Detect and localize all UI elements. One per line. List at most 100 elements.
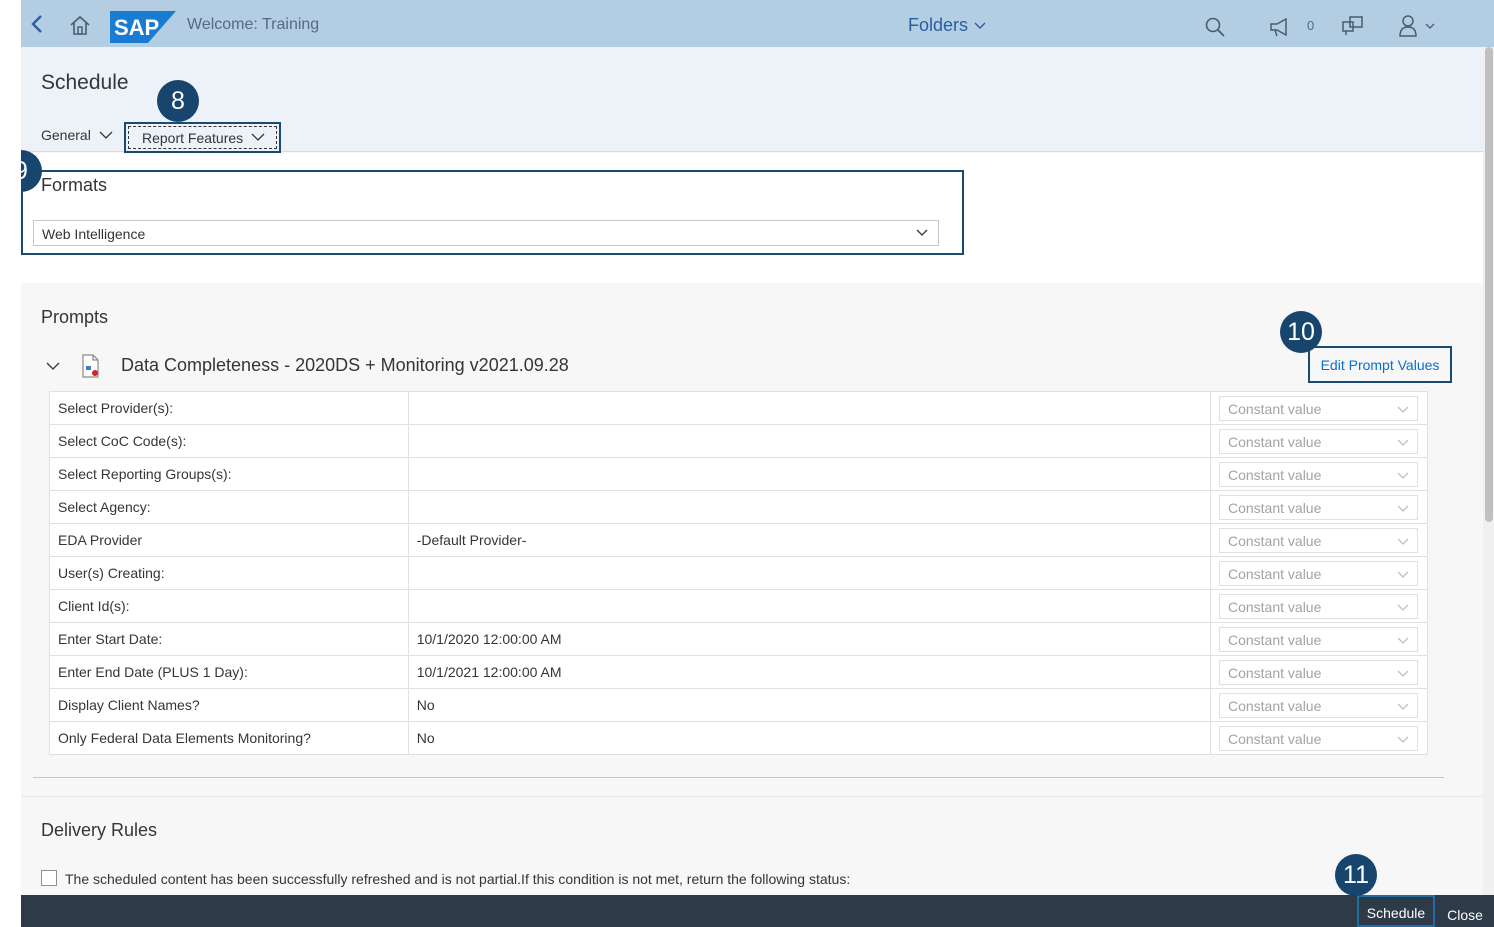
close-button[interactable]: Close [1439, 895, 1491, 927]
object-header: Schedule General Report Features [21, 47, 1483, 153]
prompt-type-select[interactable]: Constant value [1218, 528, 1418, 553]
prompt-type-select[interactable]: Constant value [1218, 561, 1418, 586]
chevron-down-icon [1397, 538, 1409, 545]
prompt-type-label: Constant value [1227, 599, 1322, 615]
tab-report-features-label: Report Features [142, 129, 244, 146]
prompt-name: Enter Start Date: [49, 622, 409, 656]
table-row: Select Agency: Constant value [49, 490, 1429, 524]
schedule-button[interactable]: Schedule [1357, 895, 1435, 927]
prompt-type-cell: Constant value [1209, 688, 1429, 722]
tab-report-features[interactable]: Report Features [124, 122, 282, 153]
prompt-type-select[interactable]: Constant value [1218, 495, 1418, 520]
prompt-name: Display Client Names? [49, 688, 409, 722]
prompt-type-select[interactable]: Constant value [1218, 462, 1418, 487]
tab-general[interactable]: General [41, 127, 113, 143]
megaphone-icon[interactable] [1268, 16, 1292, 38]
table-row: Enter End Date (PLUS 1 Day): 10/1/2021 12… [49, 655, 1429, 689]
prompt-type-select[interactable]: Constant value [1218, 429, 1418, 454]
table-row: Select Provider(s): Constant value [49, 391, 1429, 425]
scrollbar-thumb[interactable] [1485, 47, 1493, 522]
folders-menu[interactable]: Folders [908, 15, 986, 36]
user-icon [1399, 15, 1435, 37]
prompt-type-select[interactable]: Constant value [1218, 660, 1418, 685]
prompt-type-label: Constant value [1227, 698, 1322, 714]
chevron-down-icon [99, 131, 113, 139]
prompt-type-label: Constant value [1227, 401, 1322, 417]
callout-badge-10: 10 [1280, 311, 1322, 353]
prompt-type-cell: Constant value [1209, 457, 1429, 491]
sap-logo: SAP [110, 11, 176, 43]
prompt-type-cell: Constant value [1209, 391, 1429, 425]
table-row: User(s) Creating: Constant value [49, 556, 1429, 590]
table-row: Select Reporting Groups(s): Constant valu… [49, 457, 1429, 491]
prompt-type-select[interactable]: Constant value [1218, 396, 1418, 421]
prompt-value [407, 589, 1211, 623]
webi-document-icon [82, 354, 99, 378]
notification-count: 0 [1307, 18, 1315, 33]
footer-toolbar: Schedule Close [21, 895, 1494, 927]
home-icon[interactable] [69, 14, 91, 36]
prompt-name: EDA Provider [49, 523, 409, 557]
chevron-down-icon [1397, 637, 1409, 644]
prompt-value [407, 391, 1211, 425]
delivery-rules-label: Delivery Rules [41, 820, 158, 840]
user-menu[interactable] [1398, 14, 1438, 38]
prompt-name: Select Reporting Groups(s): [49, 457, 409, 491]
sap-logo-text: SAP [114, 15, 159, 40]
prompt-type-cell: Constant value [1209, 523, 1429, 557]
refresh-condition-checkbox[interactable] [41, 870, 57, 886]
prompt-value: 10/1/2020 12:00:00 AM [407, 622, 1211, 656]
chevron-down-icon [1397, 505, 1409, 512]
prompt-type-select[interactable]: Constant value [1218, 693, 1418, 718]
chevron-down-icon [1397, 571, 1409, 578]
callout-badge-11: 11 [1335, 854, 1377, 896]
prompt-value [407, 490, 1211, 524]
shell-bar: SAP Welcome: Training Folders 0 [21, 0, 1494, 47]
prompt-name: Select Provider(s): [49, 391, 409, 425]
prompt-type-label: Constant value [1227, 566, 1322, 582]
chevron-down-icon [1397, 472, 1409, 479]
search-icon[interactable] [1204, 16, 1226, 38]
prompt-type-cell: Constant value [1209, 589, 1429, 623]
section-divider [21, 796, 1483, 797]
chevron-down-icon[interactable] [46, 361, 60, 371]
chevron-down-icon [1397, 736, 1409, 743]
prompt-value: No [407, 688, 1211, 722]
chevron-down-icon [251, 133, 265, 141]
prompt-name: Select Agency: [49, 490, 409, 524]
prompt-type-select[interactable]: Constant value [1218, 726, 1418, 751]
vertical-scrollbar[interactable] [1483, 47, 1494, 895]
edit-prompt-values-link[interactable]: Edit Prompt Values [1308, 346, 1452, 383]
chevron-down-icon [974, 22, 986, 29]
callout-badge-8: 8 [157, 80, 199, 122]
prompt-type-select[interactable]: Constant value [1218, 594, 1418, 619]
prompt-type-label: Constant value [1227, 533, 1322, 549]
prompt-name: Enter End Date (PLUS 1 Day): [49, 655, 409, 689]
prompt-type-cell: Constant value [1209, 655, 1429, 689]
prompt-value: -Default Provider- [407, 523, 1211, 557]
chat-bubbles-icon[interactable] [1341, 14, 1365, 38]
prompt-type-cell: Constant value [1209, 424, 1429, 458]
table-row: EDA Provider -Default Provider- Constant v… [49, 523, 1429, 557]
prompt-type-select[interactable]: Constant value [1218, 627, 1418, 652]
app-root: SAP Welcome: Training Folders 0 Schedule… [21, 0, 1494, 927]
prompt-type-label: Constant value [1227, 467, 1322, 483]
prompt-name: Client Id(s): [49, 589, 409, 623]
prompts-label: Prompts [41, 307, 109, 327]
prompt-type-label: Constant value [1227, 434, 1322, 450]
back-arrow-icon[interactable] [27, 13, 47, 35]
table-row: Only Federal Data Elements Monitoring? No… [49, 721, 1429, 755]
refresh-condition-text: The scheduled content has been successfu… [65, 871, 851, 887]
prompt-type-cell: Constant value [1209, 556, 1429, 590]
chevron-down-icon [1397, 604, 1409, 611]
prompts-table: Select Provider(s): Constant value Select … [49, 391, 1429, 755]
table-row: Select CoC Code(s): Constant value [49, 424, 1429, 458]
prompt-type-cell: Constant value [1209, 622, 1429, 656]
prompt-value [407, 457, 1211, 491]
tab-general-label: General [41, 127, 91, 143]
prompt-value [407, 556, 1211, 590]
formats-highlight-box [21, 170, 964, 255]
prompt-type-label: Constant value [1227, 731, 1322, 747]
chevron-down-icon [1397, 439, 1409, 446]
chevron-down-icon [1397, 406, 1409, 413]
